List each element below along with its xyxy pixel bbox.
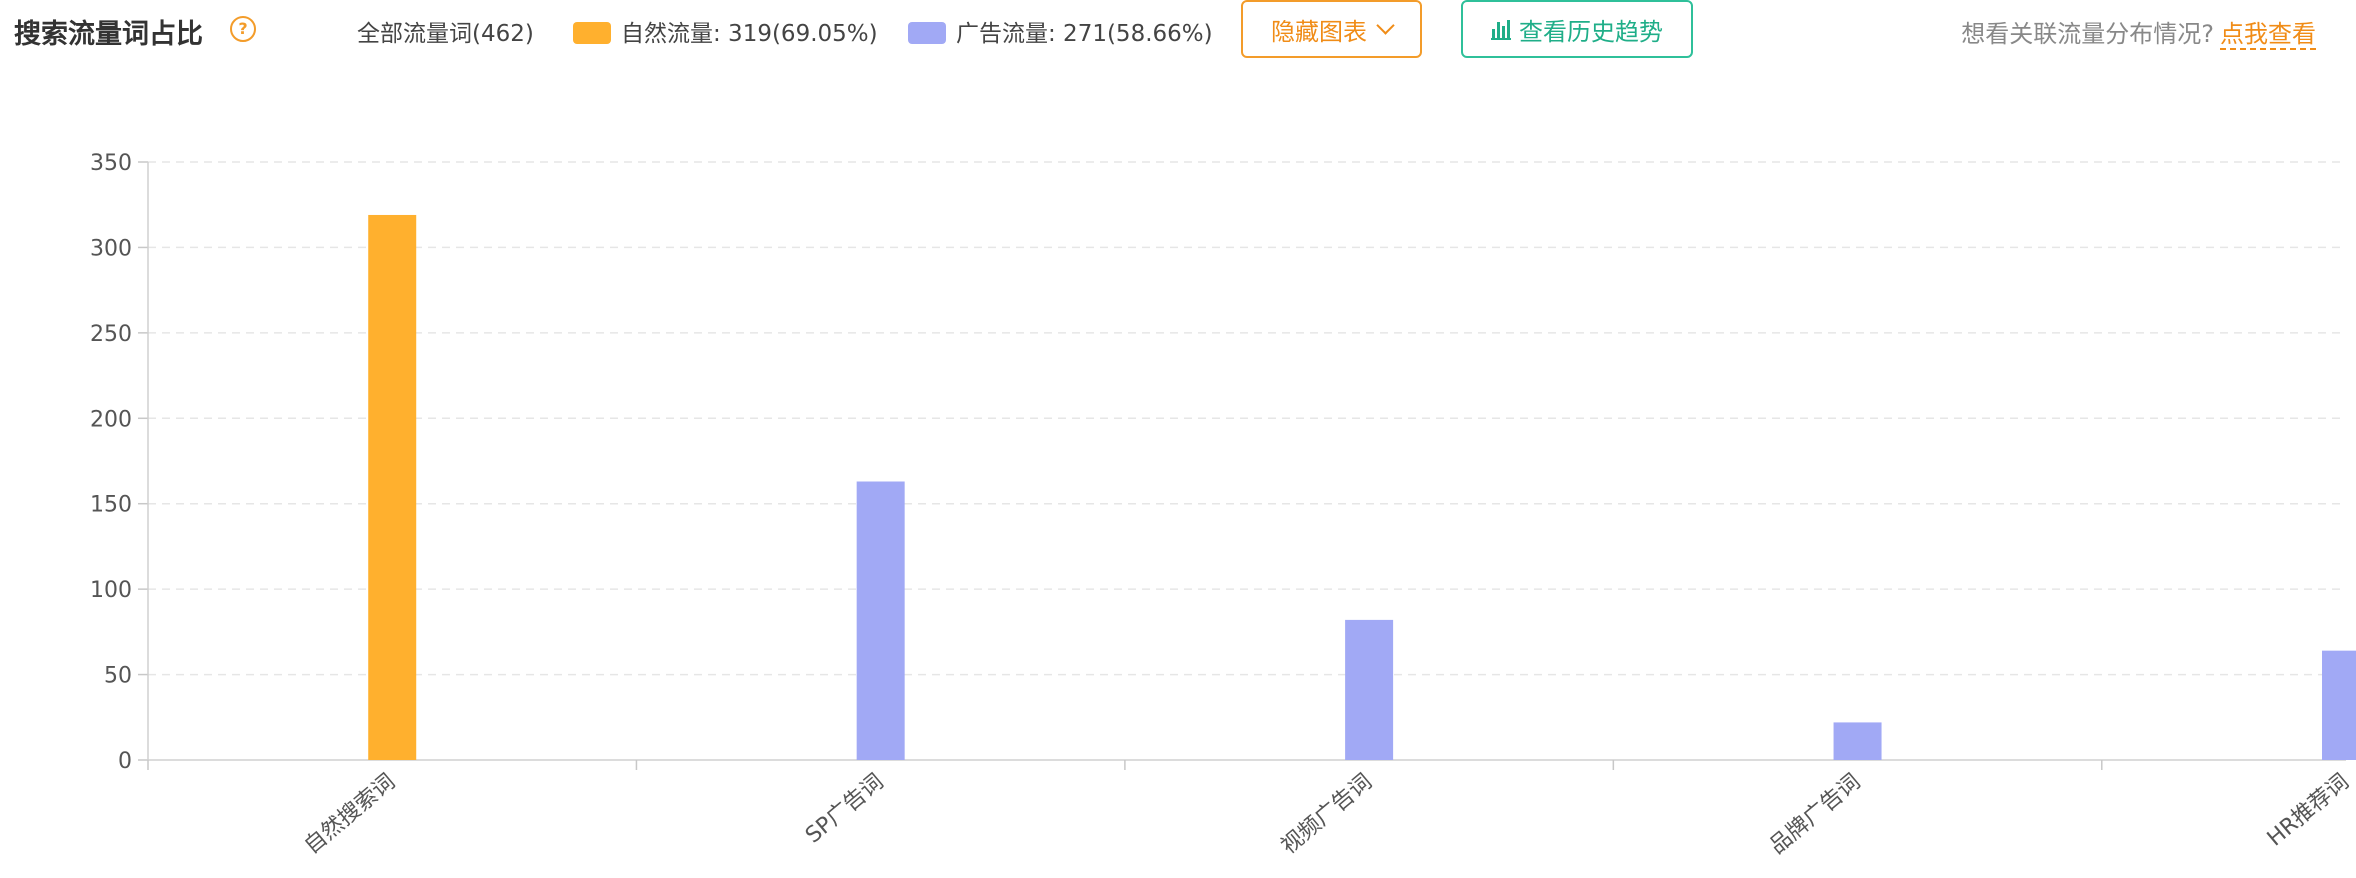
chevron-down-icon (1376, 16, 1395, 35)
view-related-link[interactable]: 点我查看 (2220, 20, 2316, 50)
bar-ad (856, 481, 905, 760)
y-tick-label: 150 (90, 493, 132, 518)
y-tick-label: 100 (90, 578, 132, 603)
related-traffic-hint-text: 想看关联流量分布情况? (1961, 20, 2214, 48)
y-tick-label: 50 (104, 664, 132, 689)
hide-chart-button[interactable]: 隐藏图表 (1241, 0, 1422, 58)
chart-header: 搜索流量词占比 ? 全部流量词(462) 自然流量: 319(69.05%) 广… (0, 0, 2356, 62)
x-category-label: HR推荐词 (2263, 769, 2354, 851)
y-tick-label: 0 (118, 749, 132, 774)
y-tick-label: 350 (90, 151, 132, 176)
x-category-label: SP广告词 (801, 769, 888, 848)
y-tick-label: 300 (90, 236, 132, 261)
legend-ad-swatch (908, 22, 946, 44)
question-circle-icon[interactable]: ? (230, 16, 256, 42)
legend-ad-label: 广告流量: 271(58.66%) (956, 21, 1213, 47)
bar-ad (1345, 619, 1394, 760)
x-category-label: 品牌广告词 (1765, 769, 1865, 859)
y-tick-label: 200 (90, 407, 132, 432)
related-traffic-hint: 想看关联流量分布情况? 点我查看 (1961, 14, 2316, 50)
x-category-label: 自然搜索词 (300, 769, 400, 859)
bar-ad (2322, 650, 2356, 760)
bar-chart: 0 50 100 150 200 250 300 350 自然搜索词 SP广告词 视频广告词 品牌广告… (90, 151, 2356, 859)
legend-all-keywords[interactable]: 全部流量词(462) (357, 14, 534, 48)
page-title: 搜索流量词占比 (14, 19, 203, 50)
legend-natural[interactable]: 自然流量: 319(69.05%) (573, 14, 878, 48)
bar-chart-icon (1491, 18, 1511, 40)
view-history-trend-label: 查看历史趋势 (1519, 17, 1663, 46)
x-category-label: 视频广告词 (1277, 769, 1377, 859)
hide-chart-label: 隐藏图表 (1271, 17, 1367, 46)
legend-natural-swatch (573, 22, 611, 44)
y-tick-label: 250 (90, 322, 132, 347)
legend-natural-label: 自然流量: 319(69.05%) (621, 21, 878, 47)
view-history-trend-button[interactable]: 查看历史趋势 (1461, 0, 1693, 58)
bar-natural (368, 214, 417, 761)
bar-ad (1833, 722, 1882, 760)
legend-ad[interactable]: 广告流量: 271(58.66%) (908, 14, 1213, 48)
